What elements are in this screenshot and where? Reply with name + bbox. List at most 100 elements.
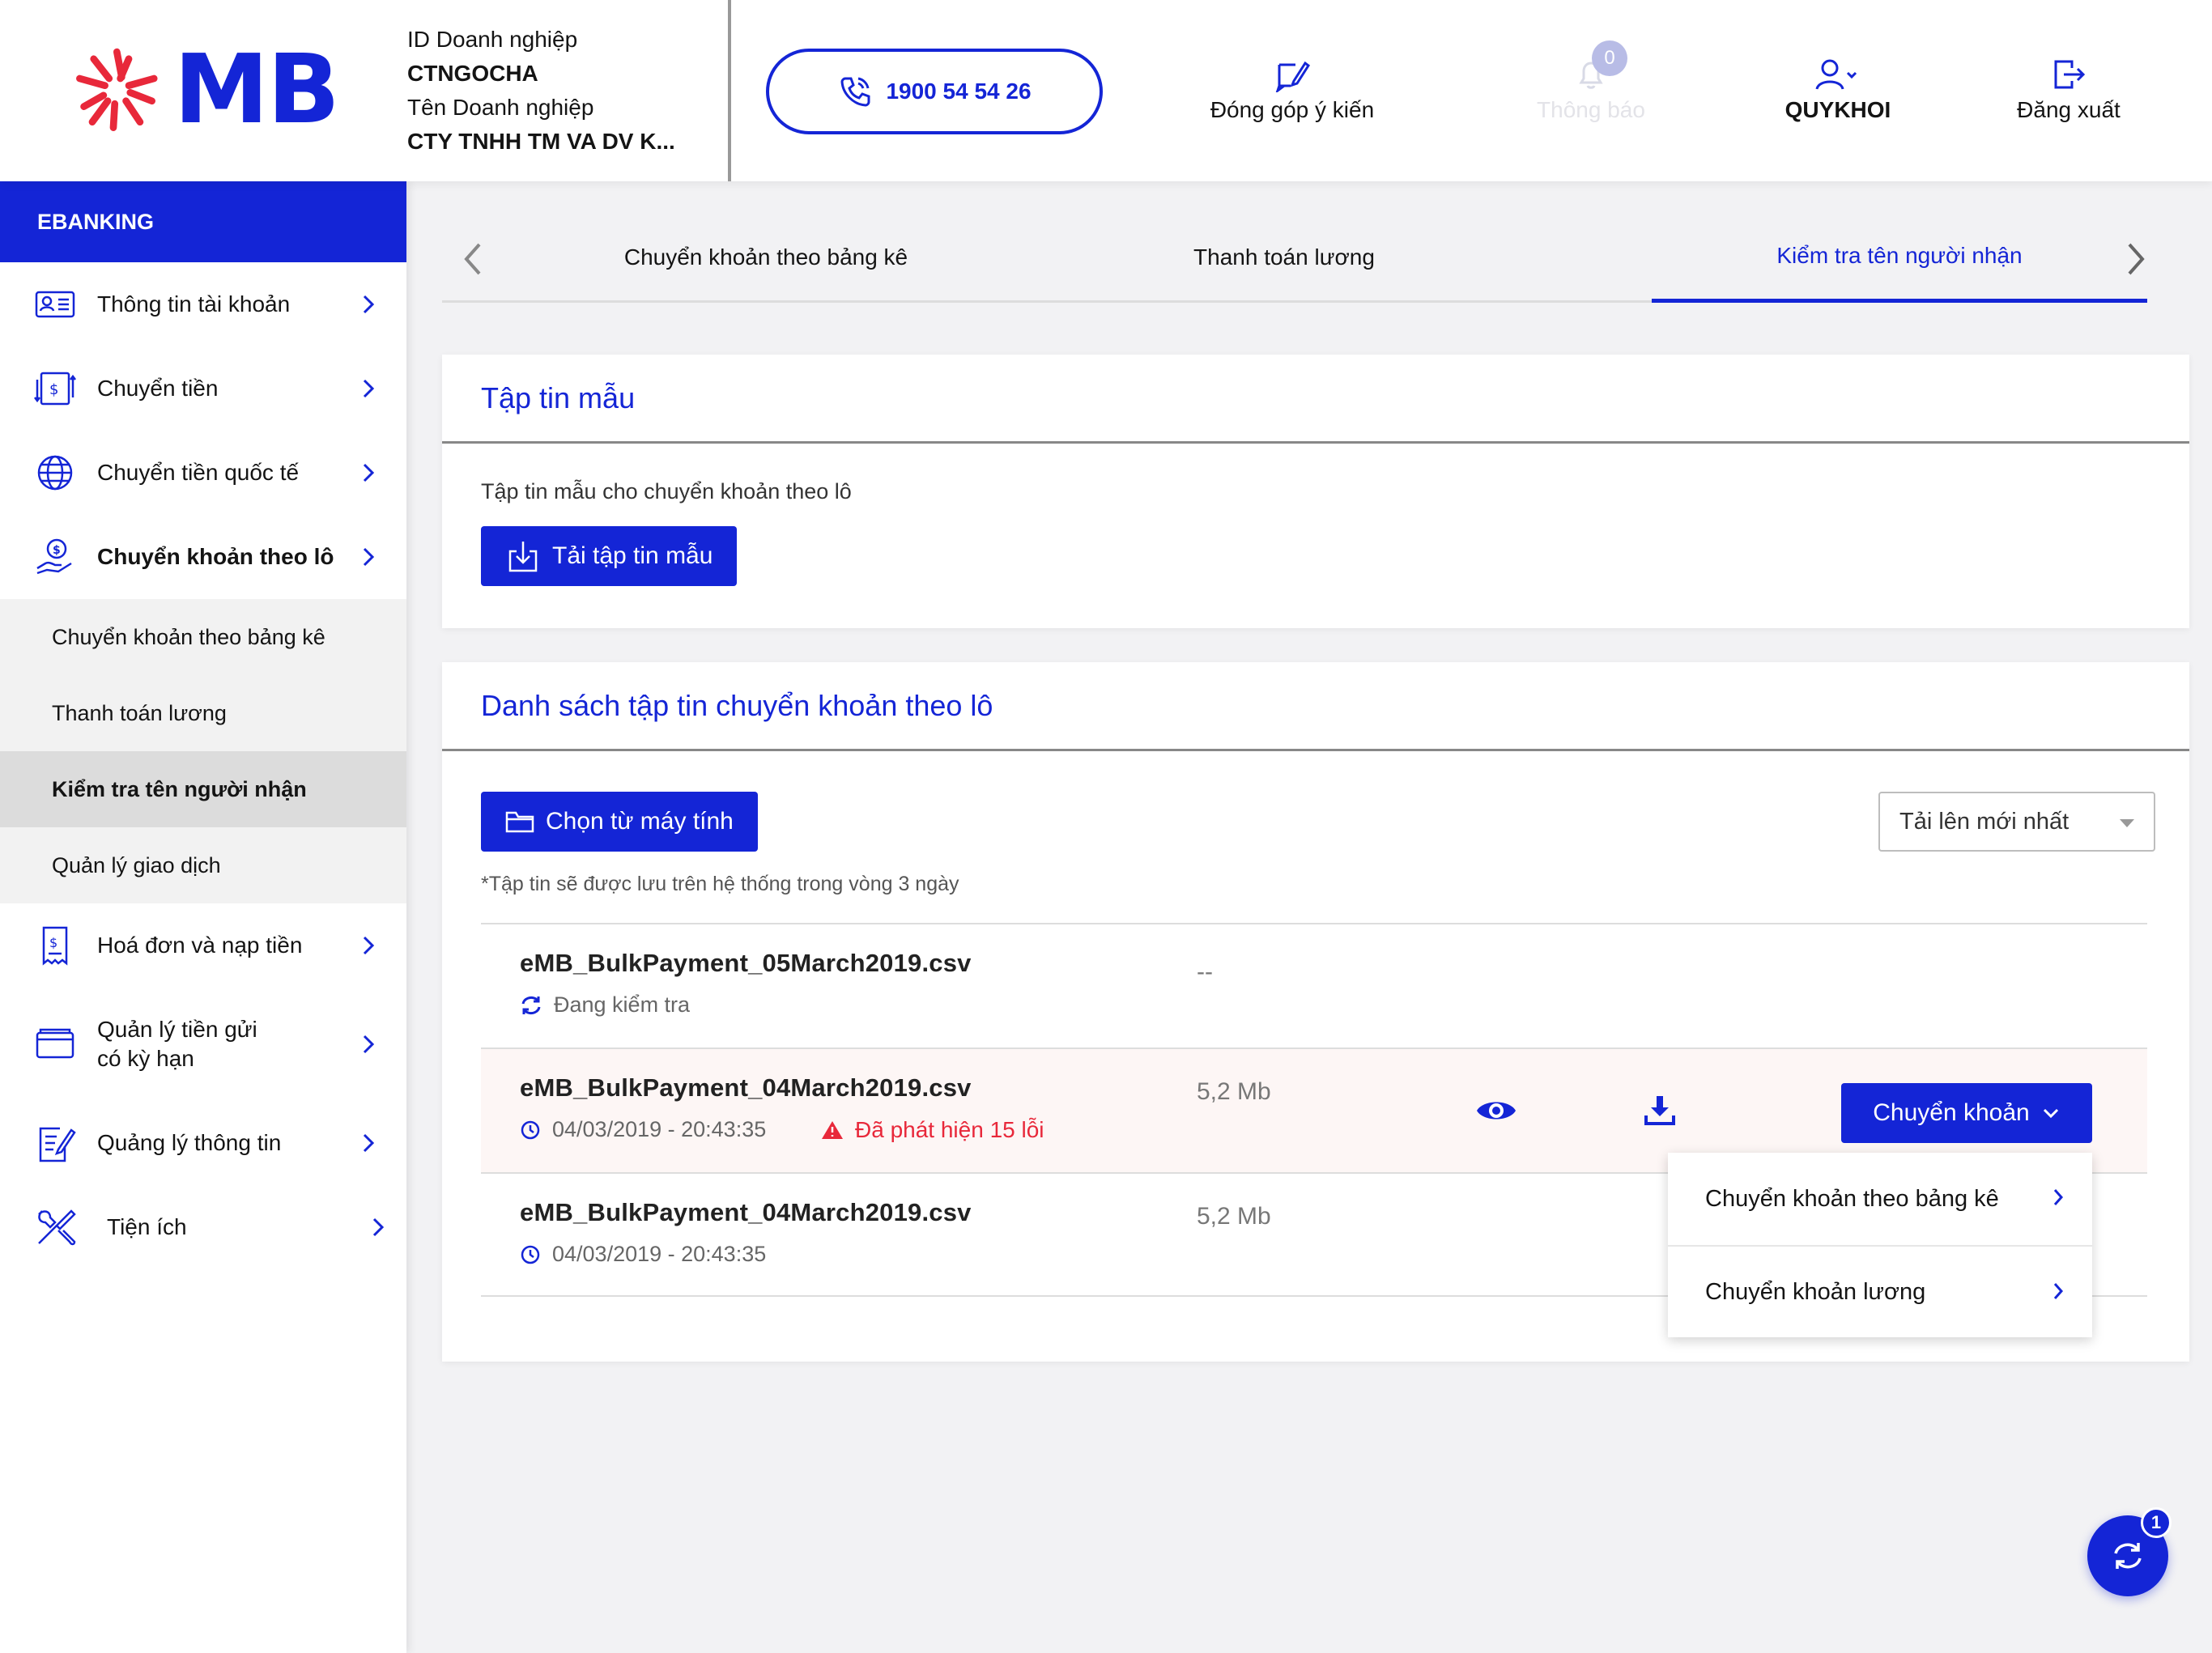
sidebar-item-label: Thông tin tài khoản: [97, 291, 291, 317]
download-icon[interactable]: [1644, 1094, 1676, 1127]
chevron-right-icon: [363, 936, 375, 955]
notification-badge: 0: [1592, 40, 1627, 76]
warning-icon: [822, 1121, 843, 1139]
sidebar-item-term-deposit[interactable]: Quản lý tiền gửi có kỳ hạn: [0, 988, 406, 1101]
file-status-text: Đang kiểm tra: [554, 992, 691, 1017]
sidebar-item-utilities[interactable]: Tiện ích: [0, 1185, 406, 1269]
feedback-button[interactable]: Đóng góp ý kiến: [1206, 57, 1378, 123]
feedback-edit-icon: [1275, 61, 1310, 92]
document-edit-icon: [32, 1120, 78, 1166]
download-template-label: Tải tập tin mẫu: [552, 542, 713, 569]
sidebar-item-bills[interactable]: $ Hoá đơn và nạp tiền: [0, 903, 406, 988]
chevron-left-icon[interactable]: [462, 241, 484, 277]
menu-item-label: Chuyển khoản lương: [1705, 1278, 1926, 1305]
logo-text: MB: [173, 33, 340, 145]
template-card-title: Tập tin mẫu: [442, 355, 2189, 444]
file-size: 5,2 Mb: [1197, 1078, 1271, 1105]
chevron-down-icon: [1846, 71, 1857, 79]
download-icon: [508, 542, 538, 572]
clock-icon: [521, 1245, 540, 1264]
sidebar-title: EBANKING: [0, 181, 406, 262]
tab-bar: Chuyển khoản theo bảng kê Thanh toán lươ…: [442, 212, 2147, 303]
phone-icon: [840, 77, 870, 107]
sidebar-item-transfer[interactable]: $ Chuyển tiền: [0, 346, 406, 431]
file-size: 5,2 Mb: [1197, 1203, 1271, 1230]
chevron-right-icon: [372, 1217, 385, 1237]
tab-statement-transfer[interactable]: Chuyển khoản theo bảng kê: [555, 212, 976, 303]
sidebar-item-international-transfer[interactable]: Chuyển tiền quốc tế: [0, 431, 406, 515]
user-menu[interactable]: QUYKHOI: [1773, 57, 1903, 123]
company-id-label: ID Doanh nghiệp: [407, 27, 578, 52]
notification-button[interactable]: Thông báo: [1522, 57, 1660, 123]
mb-logo[interactable]: MB: [71, 32, 340, 146]
file-row[interactable]: eMB_BulkPayment_05March2019.csv Đang kiể…: [481, 923, 2147, 1047]
logout-icon: [2054, 60, 2086, 89]
sidebar-item-label: Quản lý tiền gửi có kỳ hạn: [97, 1015, 257, 1073]
money-transfer-icon: $: [32, 366, 78, 411]
transfer-button[interactable]: Chuyển khoản: [1841, 1083, 2092, 1143]
sort-selected-value: Tải lên mới nhất: [1899, 808, 2069, 835]
submenu-item-statement-transfer[interactable]: Chuyển khoản theo bảng kê: [0, 599, 406, 675]
globe-icon: [32, 450, 78, 495]
tools-icon: [32, 1205, 78, 1250]
file-name: eMB_BulkPayment_04March2019.csv: [520, 1198, 972, 1226]
tab-check-recipient[interactable]: Kiểm tra tên người nhận: [1652, 212, 2147, 303]
hand-coin-icon: $: [32, 534, 78, 580]
sidebar-item-account-info[interactable]: Thông tin tài khoản: [0, 262, 406, 346]
retention-note: *Tập tin sẽ được lưu trên hệ thống trong…: [481, 873, 959, 895]
svg-text:$: $: [49, 935, 57, 950]
files-card-title: Danh sách tập tin chuyển khoản theo lô: [442, 662, 2189, 751]
choose-file-button[interactable]: Chọn từ máy tính: [481, 792, 758, 852]
folder-icon: [505, 811, 534, 833]
sidebar-item-batch-transfer[interactable]: $ Chuyển khoản theo lô: [0, 515, 406, 599]
menu-item-payroll-transfer[interactable]: Chuyển khoản lương: [1668, 1245, 2092, 1337]
user-icon: [1815, 59, 1857, 90]
sidebar-item-label: Chuyển tiền quốc tế: [97, 460, 300, 485]
file-error: Đã phát hiện 15 lỗi: [821, 1117, 1044, 1143]
file-datetime: 04/03/2019 - 20:43:35: [520, 1242, 766, 1267]
hotline-number: 1900 54 54 26: [886, 79, 1032, 104]
file-name: eMB_BulkPayment_04March2019.csv: [520, 1073, 972, 1102]
chevron-right-icon: [363, 379, 375, 398]
sidebar-item-label: Chuyển khoản theo lô: [97, 544, 334, 569]
template-card: Tập tin mẫu Tập tin mẫu cho chuyển khoản…: [442, 355, 2189, 628]
file-error-text: Đã phát hiện 15 lỗi: [855, 1117, 1044, 1142]
file-datetime-text: 04/03/2019 - 20:43:35: [552, 1242, 767, 1266]
sidebar: EBANKING Thông tin tài khoản $ Chuyển ti…: [0, 181, 406, 1653]
chevron-right-icon: [363, 1133, 375, 1153]
menu-item-statement-transfer[interactable]: Chuyển khoản theo bảng kê: [1668, 1153, 2092, 1245]
account-card-icon: [32, 282, 78, 327]
eye-icon[interactable]: [1475, 1096, 1517, 1125]
file-datetime: 04/03/2019 - 20:43:35: [520, 1117, 766, 1142]
chevron-right-icon: [2053, 1189, 2064, 1205]
submenu-item-transaction-manage[interactable]: Quản lý giao dịch: [0, 827, 406, 903]
chevron-right-icon: [2053, 1283, 2064, 1299]
template-description: Tập tin mẫu cho chuyển khoản theo lô: [481, 479, 852, 504]
svg-text:$: $: [49, 381, 58, 398]
chevron-right-icon[interactable]: [2125, 241, 2147, 277]
sidebar-item-info-manage[interactable]: Quảng lý thông tin: [0, 1101, 406, 1185]
sidebar-submenu: Chuyển khoản theo bảng kê Thanh toán lươ…: [0, 599, 406, 903]
sidebar-item-label: Tiện ích: [107, 1214, 187, 1239]
wallet-icon: [32, 1022, 78, 1067]
file-size: --: [1197, 958, 1213, 985]
receipt-icon: $: [32, 923, 78, 968]
tab-payroll[interactable]: Thanh toán lương: [1074, 212, 1495, 303]
user-name: QUYKHOI: [1784, 97, 1891, 122]
chevron-right-icon: [363, 547, 375, 567]
submenu-item-payroll[interactable]: Thanh toán lương: [0, 675, 406, 751]
download-template-button[interactable]: Tải tập tin mẫu: [481, 526, 738, 586]
logout-button[interactable]: Đăng xuất: [2008, 57, 2129, 123]
sort-select[interactable]: Tải lên mới nhất: [1878, 792, 2155, 852]
fab-badge: 1: [2141, 1507, 2172, 1538]
notification-label: Thông báo: [1537, 97, 1645, 122]
submenu-item-check-recipient[interactable]: Kiểm tra tên người nhận: [0, 751, 406, 827]
hotline-button[interactable]: 1900 54 54 26: [766, 49, 1103, 134]
chevron-right-icon: [363, 1035, 375, 1054]
sidebar-item-label: Hoá đơn và nạp tiền: [97, 933, 303, 958]
svg-text:$: $: [53, 544, 61, 557]
mb-star-icon: [76, 48, 158, 131]
top-header: MB ID Doanh nghiệp CTNGOCHA Tên Doanh ng…: [0, 0, 2212, 181]
chevron-right-icon: [363, 295, 375, 314]
label-line-1: Quản lý tiền gửi: [97, 1017, 257, 1042]
